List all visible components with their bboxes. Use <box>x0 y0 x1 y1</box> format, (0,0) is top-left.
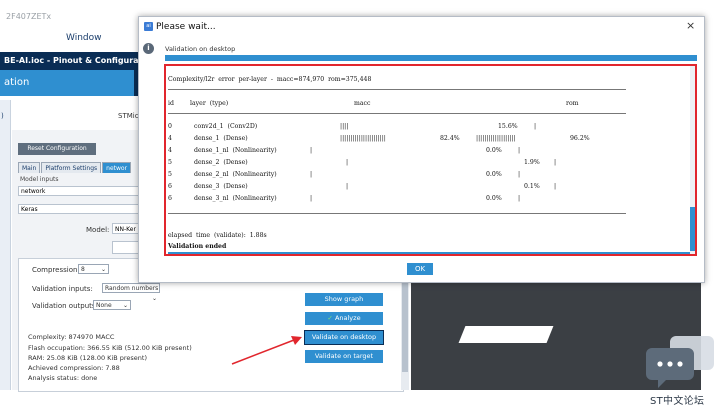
validate-target-button[interactable]: Validate on target <box>305 350 383 363</box>
validation-inputs-label: Validation inputs: <box>32 285 93 293</box>
app-icon: ai <box>144 22 153 31</box>
analyze-button[interactable]: ✓ Analyze <box>305 312 383 325</box>
progress-bar <box>165 55 697 61</box>
config-tabs: Main Platform Settings networ <box>18 162 132 173</box>
ram-info: RAM: 25.08 KiB (128.00 KiB present) <box>28 354 148 362</box>
show-graph-button[interactable]: Show graph <box>305 293 383 306</box>
forum-chat-icon <box>646 336 714 388</box>
validate-desktop-button[interactable]: Validate on desktop <box>304 330 384 345</box>
analysis-status: Analysis status: done <box>28 374 98 382</box>
dialog-subtitle: Validation on desktop <box>165 45 236 53</box>
validation-outputs-label: Validation outputs: <box>32 302 98 310</box>
compression-value: 8 <box>81 266 85 273</box>
ok-button[interactable]: OK <box>407 263 433 275</box>
analyze-label: Analyze <box>334 314 361 322</box>
section-header: ation <box>0 70 134 96</box>
model-label: Model: <box>86 226 110 234</box>
chevron-down-icon: ⌄ <box>100 266 106 273</box>
highlight-frame <box>164 64 697 256</box>
tab-platform-settings[interactable]: Platform Settings <box>41 162 102 173</box>
model-inputs-label: Model inputs <box>20 176 59 183</box>
flash-info: Flash occupation: 366.55 KiB (512.00 KiB… <box>28 344 192 352</box>
menu-window[interactable]: Window <box>66 33 102 43</box>
compression-info: Achieved compression: 7.88 <box>28 364 120 372</box>
validation-outputs-value: None <box>96 302 112 309</box>
tab-network[interactable]: networ <box>102 162 132 173</box>
watermark-text: ST中文论坛 <box>650 396 705 407</box>
complexity-info: Complexity: 874970 MACC <box>28 333 115 341</box>
dialog-title: Please wait... <box>156 22 216 32</box>
stm-label: STMic <box>118 112 139 120</box>
workspace-shape <box>458 326 554 343</box>
info-icon: i <box>143 43 154 54</box>
compression-select[interactable]: 8 ⌄ <box>78 264 109 274</box>
tab-main[interactable]: Main <box>18 162 41 173</box>
annotation-arrow <box>231 336 302 365</box>
chevron-down-icon: ⌄ <box>122 302 128 309</box>
check-icon: ✓ <box>327 314 333 322</box>
compression-label: Compression: <box>32 266 80 274</box>
validation-inputs-select[interactable]: Random numbers ⌄ <box>102 283 160 302</box>
chevron-down-icon: ⌄ <box>151 295 157 302</box>
project-header-bar: BE-AI.ioc - Pinout & Configuration <box>0 52 140 70</box>
validation-inputs-value: Random numbers <box>105 285 159 292</box>
left-strip-text: ) <box>1 112 4 120</box>
reset-configuration-button[interactable]: Reset Configuration <box>18 143 96 155</box>
close-button[interactable]: × <box>686 19 695 32</box>
left-sidebar-strip <box>0 100 11 390</box>
validation-outputs-select[interactable]: None ⌄ <box>93 300 131 310</box>
app-title: 2F407ZETx <box>6 12 52 21</box>
